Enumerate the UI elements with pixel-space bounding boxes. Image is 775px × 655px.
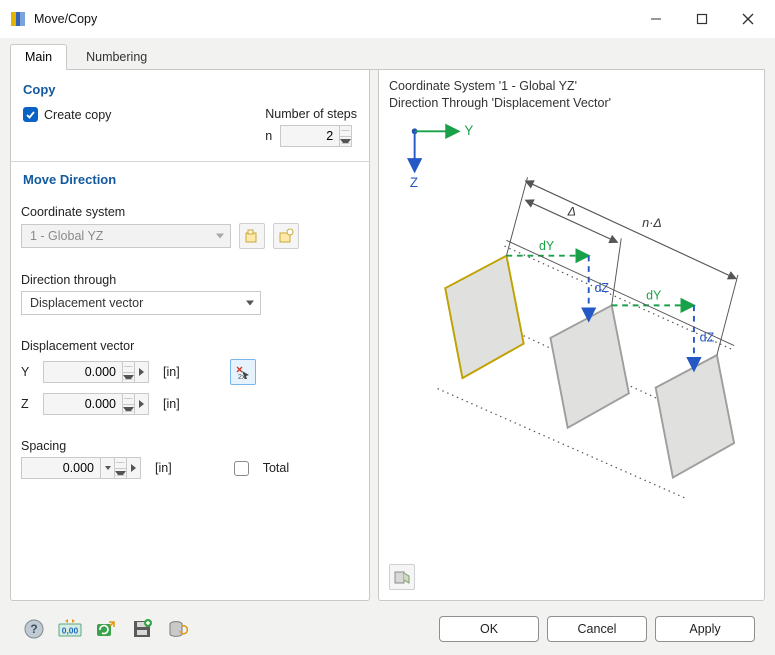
copy-heading: Copy [21, 78, 359, 105]
axis-z-label: Z [410, 175, 418, 190]
left-panel: Copy Create copy Number of steps n [10, 70, 370, 601]
preview-line2: Direction Through 'Displacement Vector' [389, 95, 754, 112]
pick-point-button[interactable]: 2x [230, 359, 256, 385]
z-label: Z [21, 397, 35, 411]
movedir-heading: Move Direction [21, 162, 359, 195]
spacing-label: Spacing [21, 415, 359, 453]
z-input[interactable] [43, 393, 149, 415]
spacing-input[interactable] [21, 457, 141, 479]
coord-new-button[interactable] [273, 223, 299, 249]
total-checkbox[interactable] [234, 461, 249, 476]
steps-spinner[interactable] [340, 125, 352, 147]
create-copy-label: Create copy [44, 108, 111, 122]
y-extra-button[interactable] [135, 361, 149, 383]
close-button[interactable] [725, 4, 771, 34]
spacing-dropdown[interactable] [101, 457, 115, 479]
steps-label: Number of steps [265, 107, 357, 121]
maximize-button[interactable] [679, 4, 725, 34]
preview-caption: Coordinate System '1 - Global YZ' Direct… [389, 78, 754, 112]
svg-text:n·Δ: n·Δ [642, 216, 661, 230]
spacing-unit: [in] [155, 461, 172, 475]
steps-group: Number of steps n [265, 107, 357, 147]
cancel-button[interactable]: Cancel [547, 616, 647, 642]
create-copy-checkbox[interactable] [23, 107, 38, 122]
axis-y-label: Y [464, 123, 473, 138]
svg-text:Δ: Δ [567, 204, 576, 218]
tab-numbering[interactable]: Numbering [71, 44, 162, 70]
workspace: Copy Create copy Number of steps n [10, 70, 765, 609]
decimals-button[interactable]: 0,00 [56, 615, 84, 643]
spacing-extra-button[interactable] [127, 457, 141, 479]
title-bar: Move/Copy [0, 0, 775, 38]
right-panel: Coordinate System '1 - Global YZ' Direct… [378, 70, 765, 601]
preview-diagram: Y Z [389, 116, 754, 556]
minimize-button[interactable] [633, 4, 679, 34]
z-unit: [in] [163, 397, 180, 411]
tab-strip: Main Numbering [10, 44, 765, 70]
dirthrough-select[interactable]: Displacement vector [21, 291, 261, 315]
y-label: Y [21, 365, 35, 379]
z-spinner[interactable] [123, 393, 135, 415]
vec-label: Displacement vector [21, 315, 359, 353]
save-button[interactable] [128, 615, 156, 643]
tab-main[interactable]: Main [10, 44, 67, 70]
database-button[interactable] [164, 615, 192, 643]
content-area: Main Numbering Copy Create copy Number o… [0, 38, 775, 655]
preview-line1: Coordinate System '1 - Global YZ' [389, 78, 754, 95]
total-label: Total [263, 461, 289, 475]
steps-letter: n [265, 129, 272, 143]
svg-text:2x: 2x [238, 374, 246, 381]
reset-button[interactable] [92, 615, 120, 643]
steps-input[interactable] [280, 125, 352, 147]
svg-text:dY: dY [539, 239, 555, 253]
create-copy-row: Create copy [23, 107, 111, 122]
coord-edit-button[interactable] [239, 223, 265, 249]
svg-text:?: ? [30, 622, 37, 636]
dirthrough-value: Displacement vector [30, 296, 143, 310]
svg-text:0,00: 0,00 [62, 626, 79, 636]
z-extra-button[interactable] [135, 393, 149, 415]
y-input[interactable] [43, 361, 149, 383]
ok-button[interactable]: OK [439, 616, 539, 642]
coord-value: 1 - Global YZ [30, 229, 103, 243]
coord-select[interactable]: 1 - Global YZ [21, 224, 231, 248]
svg-text:dY: dY [646, 289, 662, 303]
y-unit: [in] [163, 365, 180, 379]
y-spinner[interactable] [123, 361, 135, 383]
bottom-bar: ? 0,00 OK Cancel Apply [10, 609, 765, 655]
svg-text:dZ: dZ [594, 281, 609, 295]
apply-button[interactable]: Apply [655, 616, 755, 642]
coord-label: Coordinate system [21, 195, 359, 219]
help-button[interactable]: ? [20, 615, 48, 643]
dirthrough-label: Direction through [21, 249, 359, 287]
window-title: Move/Copy [34, 12, 97, 26]
diagram-options-button[interactable] [389, 564, 415, 590]
app-icon [10, 11, 26, 27]
spacing-spinner[interactable] [115, 457, 127, 479]
